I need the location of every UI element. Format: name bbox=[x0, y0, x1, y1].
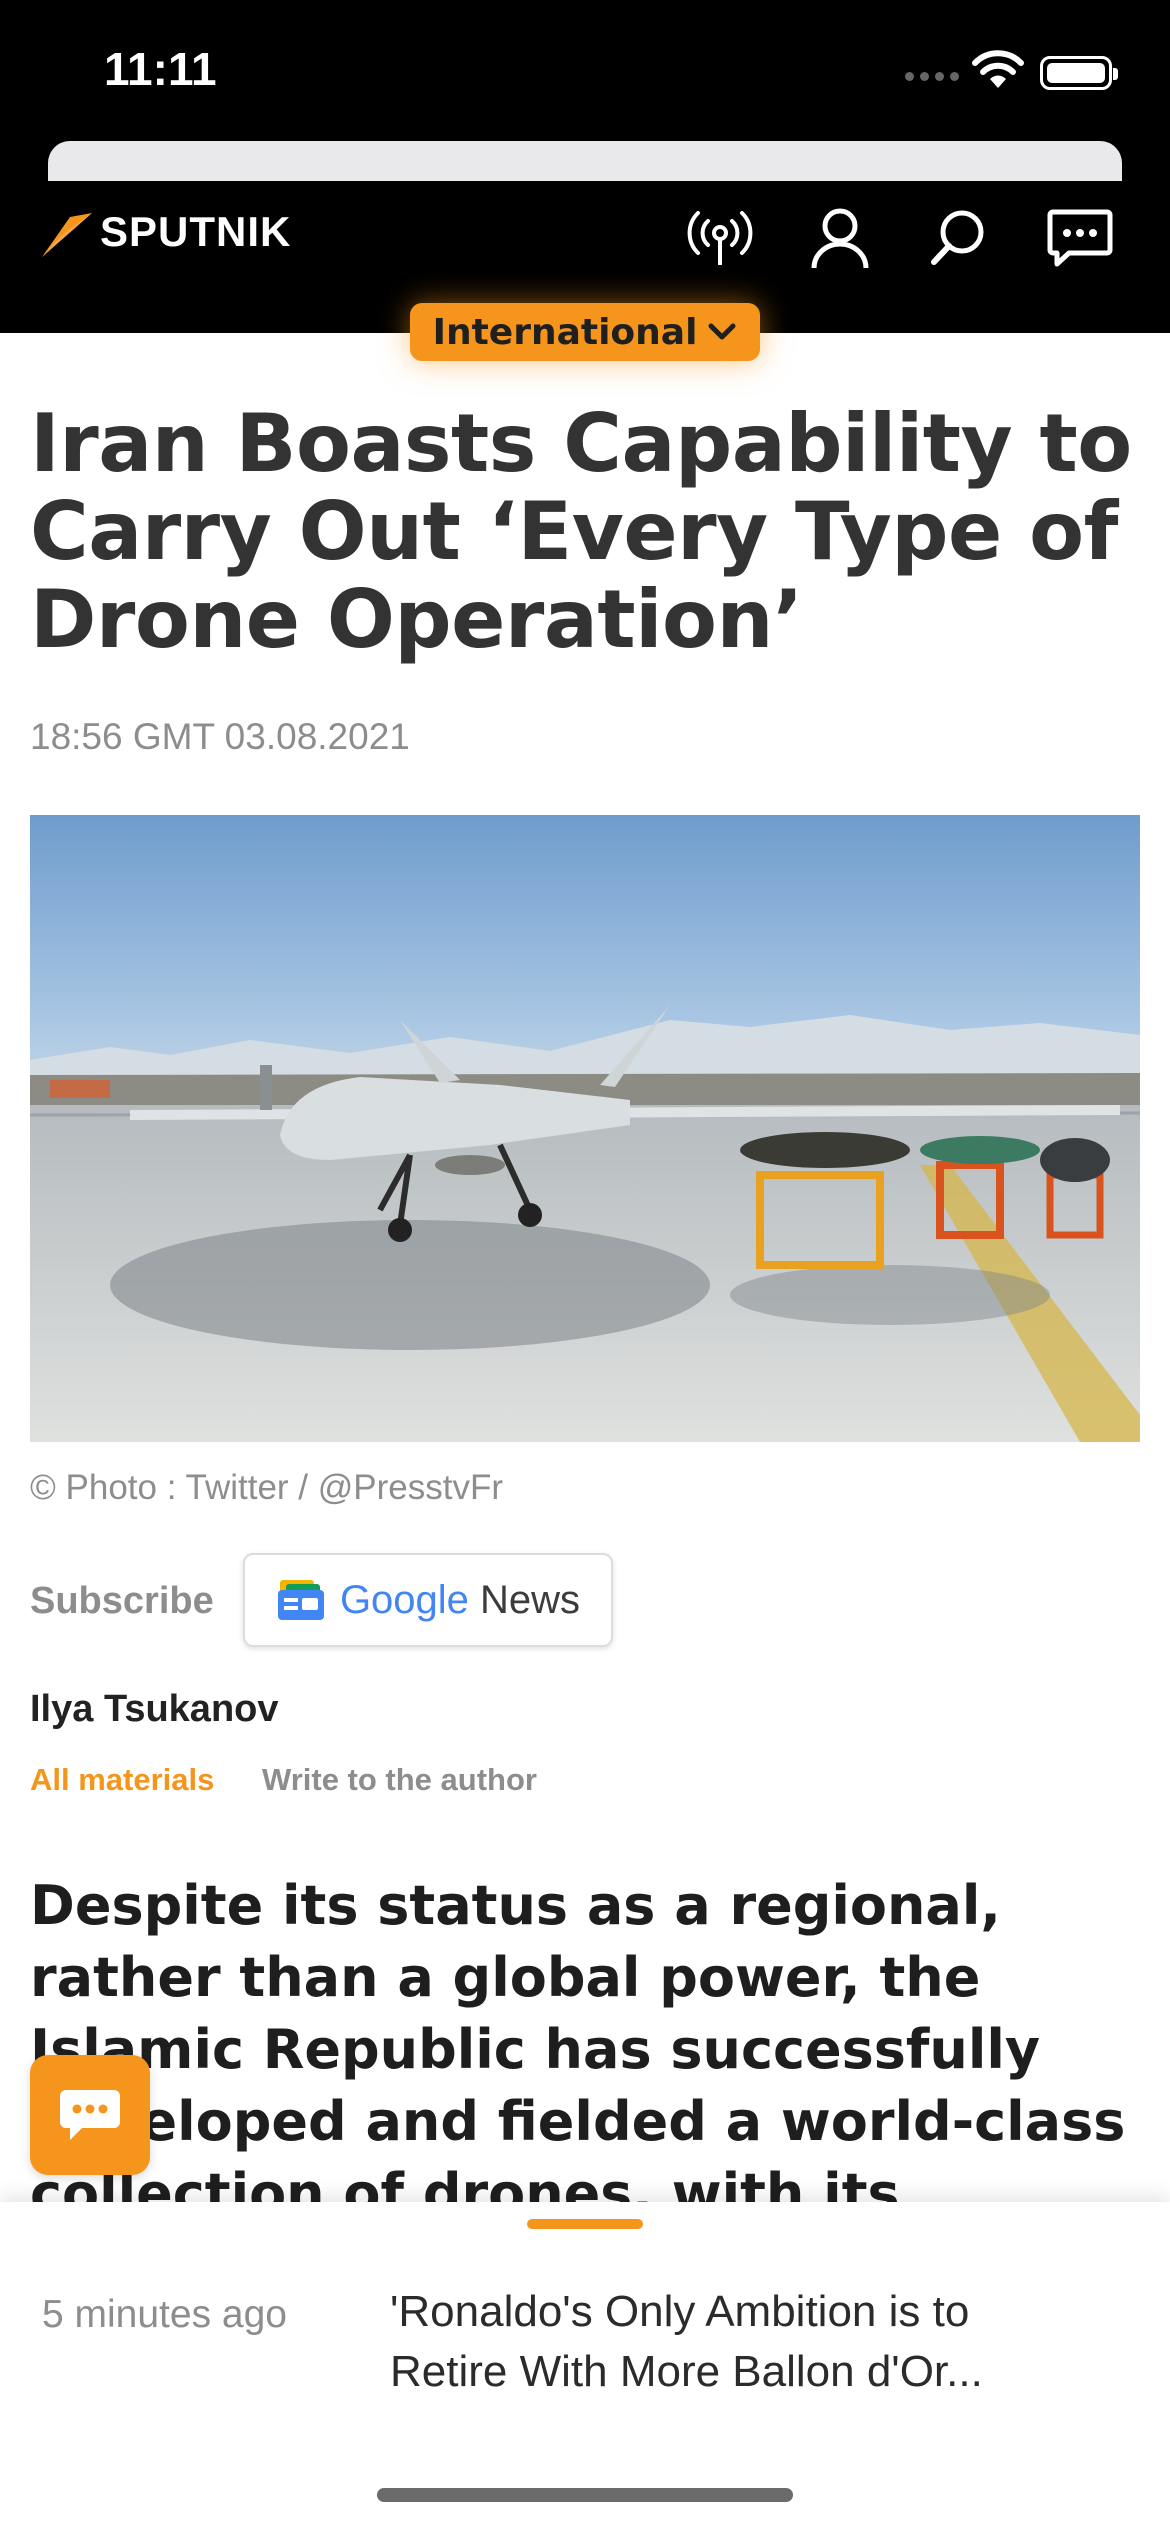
subscribe-label: Subscribe bbox=[30, 1580, 214, 1622]
panel-drag-handle[interactable] bbox=[527, 2219, 643, 2229]
user-icon bbox=[811, 208, 869, 269]
article-photo[interactable] bbox=[30, 815, 1140, 1442]
status-time: 11:11 bbox=[104, 43, 217, 95]
chat-fab-button[interactable] bbox=[30, 2055, 150, 2175]
news-item-title[interactable]: 'Ronaldo's Only Ambition is to Retire Wi… bbox=[390, 2282, 1090, 2402]
radio-icon bbox=[687, 211, 753, 265]
all-materials-link[interactable]: All materials bbox=[30, 1762, 214, 1798]
chat-icon bbox=[1047, 209, 1113, 267]
search-icon bbox=[931, 210, 984, 265]
battery-icon bbox=[1040, 56, 1118, 90]
article-lead-container: Despite its status as a regional, rather… bbox=[0, 1860, 1170, 2202]
radio-button[interactable] bbox=[682, 200, 758, 276]
sheet-background bbox=[48, 141, 1122, 181]
write-to-author-link[interactable]: Write to the author bbox=[262, 1762, 537, 1798]
edition-selector[interactable]: International bbox=[410, 303, 760, 361]
sputnik-logo-icon bbox=[42, 213, 92, 257]
chevron-down-icon bbox=[708, 323, 736, 340]
edition-label: International bbox=[432, 311, 698, 353]
google-news-icon bbox=[277, 1580, 324, 1620]
article-lead: Despite its status as a regional, rather… bbox=[30, 1874, 1126, 2202]
google-news-button[interactable]: Google News bbox=[243, 1553, 613, 1647]
photo-credit: © Photo : Twitter / @PresstvFr bbox=[30, 1468, 504, 1507]
article-datetime: 18:56 GMT 03.08.2021 bbox=[30, 716, 410, 757]
brand-name: SPUTNIK bbox=[100, 208, 292, 255]
sputnik-logo[interactable]: SPUTNIK bbox=[40, 205, 291, 259]
article-title: Iran Boasts Capability to Carry Out ‘Eve… bbox=[30, 397, 1132, 666]
home-indicator[interactable] bbox=[377, 2488, 793, 2502]
profile-button[interactable] bbox=[802, 200, 878, 276]
search-button[interactable] bbox=[920, 200, 996, 276]
author-name[interactable]: Ilya Tsukanov bbox=[30, 1688, 279, 1731]
wifi-icon bbox=[970, 48, 1026, 94]
chat-bubble-icon bbox=[60, 2090, 120, 2140]
news-item-time: 5 minutes ago bbox=[42, 2293, 287, 2336]
drone-photo-image bbox=[30, 815, 1140, 1442]
cellular-signal-icon bbox=[905, 72, 959, 81]
google-news-label: Google News bbox=[339, 1577, 581, 1622]
chat-button[interactable] bbox=[1042, 200, 1118, 276]
